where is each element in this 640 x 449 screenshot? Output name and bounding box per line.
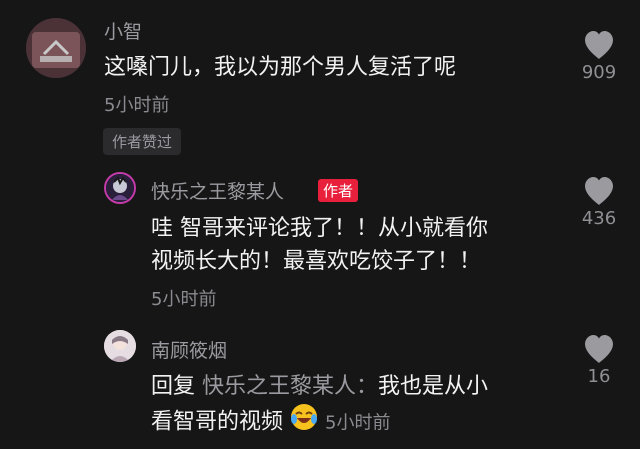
like-button[interactable]: 16 — [567, 334, 631, 387]
laughing-crying-emoji-icon — [289, 402, 319, 443]
reply-time: 5小时前 — [325, 412, 391, 434]
avatar[interactable] — [104, 330, 136, 362]
reply-target-username[interactable]: 快乐之王黎某人： — [202, 374, 378, 399]
avatar[interactable] — [26, 18, 86, 78]
reply-text-line1: 哇 智哥来评论我了！！从小就看你 — [151, 216, 488, 241]
comment-username[interactable]: 小智 — [104, 17, 142, 44]
like-button[interactable]: 436 — [567, 176, 631, 229]
like-count: 436 — [581, 208, 617, 229]
reply-text: 看智哥的视频 — [151, 409, 284, 435]
comment-text: 这嗓门儿，我以为那个男人复活了呢 — [104, 55, 457, 80]
comment-section: 小智 这嗓门儿，我以为那个男人复活了呢 5小时前 作者赞过 909 快乐之王黎某… — [0, 0, 640, 449]
like-button[interactable]: 909 — [567, 30, 631, 83]
reply-time: 5小时前 — [151, 289, 217, 310]
heart-icon — [585, 177, 613, 205]
heart-icon — [585, 31, 613, 59]
reply-username[interactable]: 南顾筱烟 — [151, 336, 227, 363]
reply-username[interactable]: 快乐之王黎某人 — [151, 177, 284, 204]
heart-icon — [585, 335, 613, 363]
author-liked-tag: 作者赞过 — [103, 128, 182, 155]
like-count: 909 — [581, 62, 617, 83]
avatar[interactable] — [104, 172, 136, 204]
reply-text-line1: 回复 快乐之王黎某人：我也是从小 — [151, 369, 488, 404]
reply-prefix: 回复 — [151, 374, 196, 399]
author-badge: 作者 — [318, 179, 359, 202]
comment-time: 5小时前 — [104, 95, 170, 116]
like-count: 16 — [587, 366, 611, 387]
reply-text-rest: 我也是从小 — [378, 374, 489, 399]
reply-text-line2: 看智哥的视频 5小时前 — [151, 402, 390, 443]
reply-text-line2: 视频长大的！最喜欢吃饺子了！！ — [151, 249, 482, 274]
